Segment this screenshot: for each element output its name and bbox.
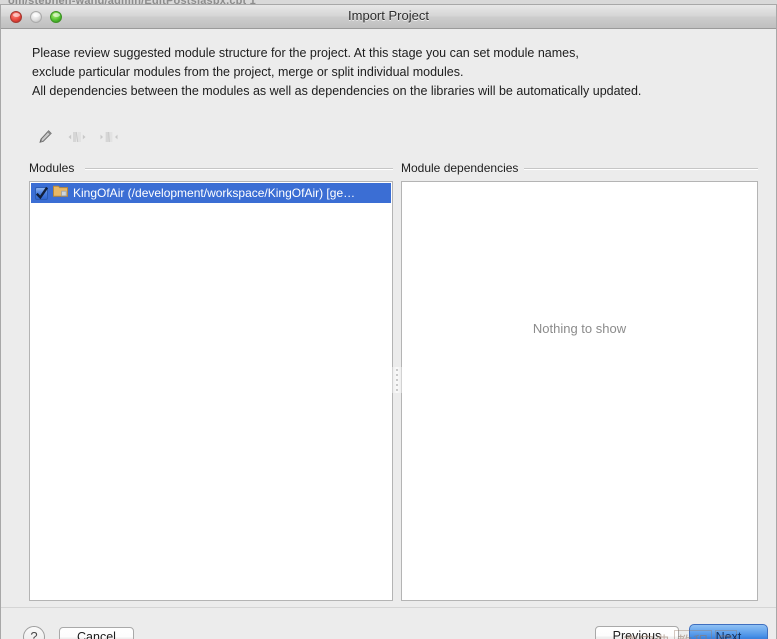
modules-list[interactable]: KingOfAir (/development/workspace/KingOf… xyxy=(29,181,393,601)
split-icon xyxy=(100,130,118,147)
help-button[interactable]: ? xyxy=(23,626,45,639)
modules-section-rule xyxy=(85,168,393,170)
module-checkbox[interactable] xyxy=(35,186,49,200)
module-list-item-label: KingOfAir (/development/workspace/KingOf… xyxy=(73,186,356,200)
panel-splitter-handle[interactable] xyxy=(392,367,402,393)
folder-icon xyxy=(53,184,68,202)
window-title: Import Project xyxy=(348,8,429,23)
modules-section-label: Modules xyxy=(29,161,75,175)
dialog-content: Please review suggested module structure… xyxy=(1,29,776,639)
checkmark-icon xyxy=(35,186,49,199)
instructions-line-3: All dependencies between the modules as … xyxy=(32,84,642,98)
footer-divider xyxy=(1,607,776,608)
pencil-icon xyxy=(37,129,53,148)
instructions: Please review suggested module structure… xyxy=(32,44,752,101)
module-dependencies-panel[interactable]: Nothing to show xyxy=(401,181,758,601)
merge-icon xyxy=(68,130,86,147)
edit-button[interactable] xyxy=(32,126,58,150)
split-module-button[interactable] xyxy=(96,126,122,150)
instructions-line-1: Please review suggested module structure… xyxy=(32,46,579,60)
previous-button[interactable]: Previous xyxy=(595,626,679,639)
module-list-item[interactable]: KingOfAir (/development/workspace/KingOf… xyxy=(31,183,391,203)
merge-modules-button[interactable] xyxy=(64,126,90,150)
dependencies-section-label: Module dependencies xyxy=(401,161,519,175)
instructions-line-2: exclude particular modules from the proj… xyxy=(32,65,464,79)
import-project-dialog: Import Project Please review suggested m… xyxy=(0,4,777,639)
cancel-button[interactable]: Cancel xyxy=(59,627,134,639)
next-button[interactable]: Next xyxy=(689,624,768,639)
dependencies-empty-message: Nothing to show xyxy=(532,321,627,336)
module-toolbar xyxy=(32,126,122,150)
title-bar: Import Project xyxy=(1,5,776,29)
dependencies-section-rule xyxy=(524,168,758,170)
